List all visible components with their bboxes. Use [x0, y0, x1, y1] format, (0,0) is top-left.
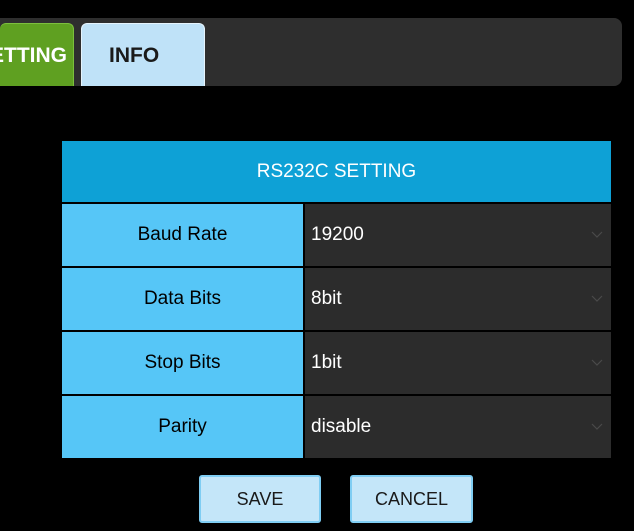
chevron-down-icon: [591, 231, 603, 238]
parity-label: Parity: [62, 396, 305, 458]
data-bits-value: 8bit: [311, 288, 342, 309]
page: SETTING INFO RS232C SETTING Baud Rate 19…: [0, 0, 634, 531]
chevron-down-icon: [591, 423, 603, 430]
row-parity: Parity disable: [62, 396, 611, 458]
data-bits-label: Data Bits: [62, 268, 305, 330]
parity-value: disable: [311, 416, 372, 437]
tab-info[interactable]: INFO: [81, 23, 205, 86]
cancel-button[interactable]: CANCEL: [350, 475, 473, 523]
chevron-down-icon: [591, 295, 603, 302]
chevron-down-icon: [591, 359, 603, 366]
data-bits-select[interactable]: 8bit: [305, 268, 611, 330]
baud-rate-label: Baud Rate: [62, 204, 305, 266]
stop-bits-value: 1bit: [311, 352, 342, 373]
stop-bits-label: Stop Bits: [62, 332, 305, 394]
tab-bar: SETTING INFO: [0, 18, 622, 86]
stop-bits-select[interactable]: 1bit: [305, 332, 611, 394]
save-button[interactable]: SAVE: [199, 475, 321, 523]
row-data-bits: Data Bits 8bit: [62, 268, 611, 330]
panel-title: RS232C SETTING: [62, 141, 611, 202]
baud-rate-select[interactable]: 19200: [305, 204, 611, 266]
parity-select[interactable]: disable: [305, 396, 611, 458]
row-stop-bits: Stop Bits 1bit: [62, 332, 611, 394]
row-baud-rate: Baud Rate 19200: [62, 204, 611, 266]
baud-rate-value: 19200: [311, 224, 364, 245]
tab-setting[interactable]: SETTING: [0, 23, 74, 86]
rs232c-settings-panel: RS232C SETTING Baud Rate 19200 Data Bits…: [62, 141, 611, 458]
